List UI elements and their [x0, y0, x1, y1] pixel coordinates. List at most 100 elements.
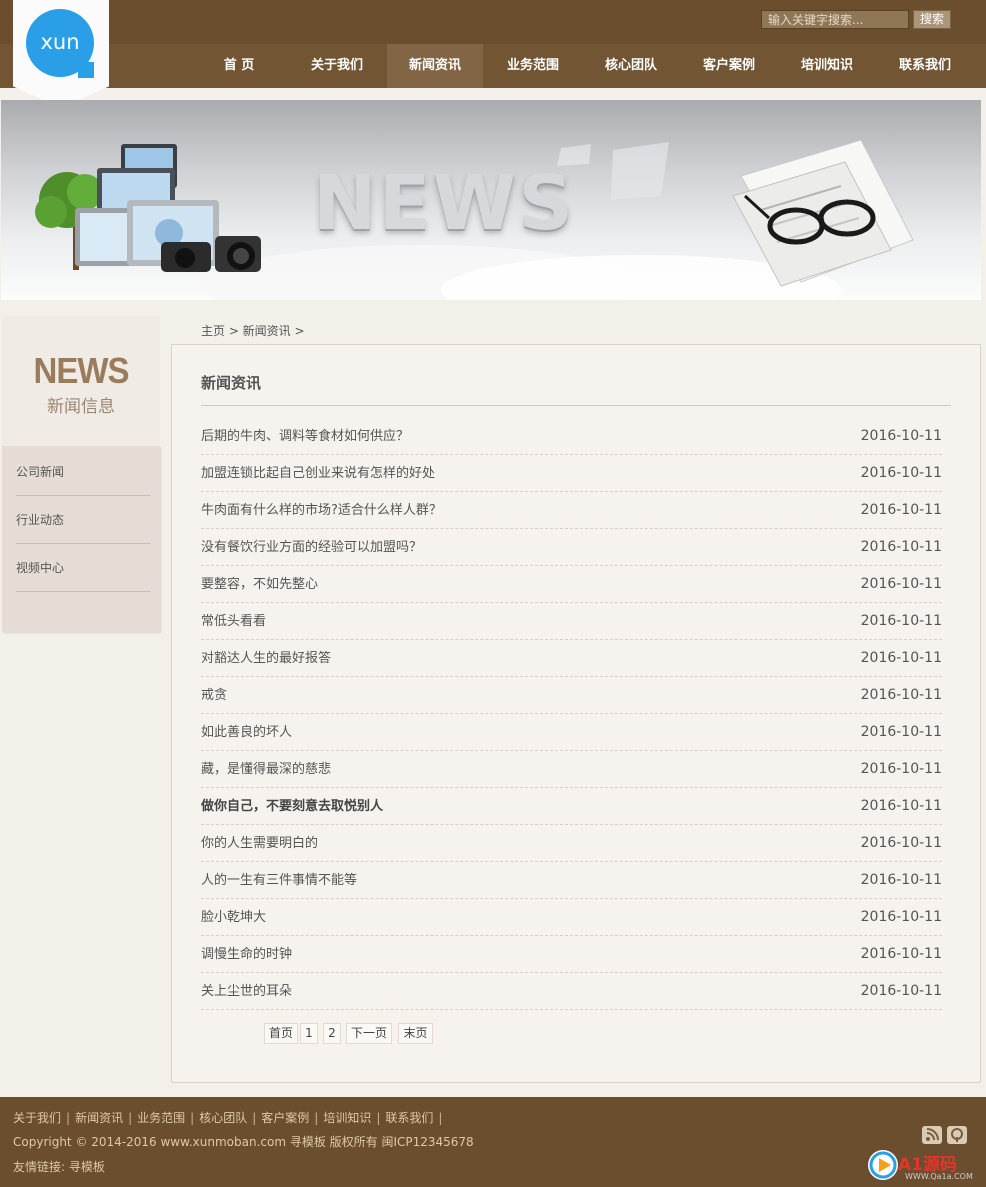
news-date: 2016-10-11: [860, 613, 942, 629]
footer-link-separator: |: [128, 1111, 133, 1125]
news-row[interactable]: 后期的牛肉、调料等食材如何供应？ 2016-10-11: [201, 418, 942, 455]
news-row[interactable]: 调慢生命的时钟 2016-10-11: [201, 936, 942, 973]
news-row[interactable]: 做你自己，不要刻意去取悦别人 2016-10-11: [201, 788, 942, 825]
news-title[interactable]: 要整容，不如先整心: [201, 566, 318, 603]
news-date: 2016-10-11: [860, 724, 942, 740]
footer: 关于我们 | 新闻资讯 | 业务范围 | 核心团队 | 客户案例 | 培训知识 | 联系我们 | Copy…: [0, 1097, 986, 1187]
nav-home[interactable]: 首 页: [191, 44, 287, 88]
news-title[interactable]: 藏，是懂得最深的慈悲: [201, 751, 331, 788]
news-date: 2016-10-11: [860, 872, 942, 888]
watermark-url: WWW.Qa1a.COM: [905, 1172, 973, 1181]
news-title[interactable]: 没有餐饮行业方面的经验可以加盟吗？: [201, 529, 422, 566]
news-row[interactable]: 脸小乾坤大 2016-10-11: [201, 899, 942, 936]
news-row[interactable]: 藏，是懂得最深的慈悲 2016-10-11: [201, 751, 942, 788]
news-title[interactable]: 你的人生需要明白的: [201, 825, 318, 862]
pager-last[interactable]: 末页: [398, 1023, 433, 1044]
podcast-icon[interactable]: [947, 1126, 967, 1144]
nav-business[interactable]: 业务范围: [485, 44, 581, 88]
title-divider: [201, 405, 951, 406]
footer-link-separator: |: [438, 1111, 443, 1125]
page-title: 新闻资讯: [201, 374, 262, 392]
footer-link[interactable]: 核心团队: [199, 1111, 247, 1125]
footer-link[interactable]: 业务范围: [137, 1111, 185, 1125]
nav-strip: [0, 88, 986, 100]
news-row[interactable]: 如此善良的坏人 2016-10-11: [201, 714, 942, 751]
news-title[interactable]: 人的一生有三件事情不能等: [201, 862, 357, 899]
search-button[interactable]: 搜索: [913, 10, 951, 29]
news-row[interactable]: 常低头看看 2016-10-11: [201, 603, 942, 640]
news-row[interactable]: 要整容，不如先整心 2016-10-11: [201, 566, 942, 603]
news-date: 2016-10-11: [860, 687, 942, 703]
news-title[interactable]: 常低头看看: [201, 603, 266, 640]
news-date: 2016-10-11: [860, 502, 942, 518]
news-row[interactable]: 没有餐饮行业方面的经验可以加盟吗？ 2016-10-11: [201, 529, 942, 566]
sidebar-menu: 公司新闻 行业动态 视频中心: [2, 446, 160, 632]
news-date: 2016-10-11: [860, 983, 942, 999]
news-date: 2016-10-11: [860, 798, 942, 814]
news-row[interactable]: 你的人生需要明白的 2016-10-11: [201, 825, 942, 862]
nav-team[interactable]: 核心团队: [583, 44, 679, 88]
logo-mark[interactable]: xun: [26, 9, 94, 77]
sidebar-title-en: NEWS: [33, 350, 130, 391]
news-row[interactable]: 戒贪 2016-10-11: [201, 677, 942, 714]
news-title[interactable]: 脸小乾坤大: [201, 899, 266, 936]
footer-link[interactable]: 新闻资讯: [75, 1111, 123, 1125]
news-banner: NEWS: [1, 100, 981, 300]
news-date: 2016-10-11: [860, 909, 942, 925]
nav-news[interactable]: 新闻资讯: [387, 44, 483, 88]
footer-link[interactable]: 关于我们: [13, 1111, 61, 1125]
footer-copyright: Copyright © 2014-2016 www.xunmoban.com 寻…: [13, 1135, 474, 1149]
pager-page-2[interactable]: 2: [323, 1023, 341, 1044]
news-date: 2016-10-11: [860, 761, 942, 777]
pager-page-1[interactable]: 1: [300, 1023, 318, 1044]
footer-link[interactable]: 客户案例: [261, 1111, 309, 1125]
footer-link-separator: |: [190, 1111, 195, 1125]
news-title[interactable]: 戒贪: [201, 677, 227, 714]
news-date: 2016-10-11: [860, 946, 942, 962]
breadcrumb[interactable]: 主页 > 新闻资讯 >: [201, 322, 305, 339]
footer-link-separator: |: [66, 1111, 71, 1125]
banner-headline: NEWS: [313, 158, 576, 247]
news-title[interactable]: 做你自己，不要刻意去取悦别人: [201, 788, 383, 825]
news-date: 2016-10-11: [860, 539, 942, 555]
pager-next[interactable]: 下一页: [346, 1023, 392, 1044]
news-title[interactable]: 调慢生命的时钟: [201, 936, 292, 973]
news-title[interactable]: 如此善良的坏人: [201, 714, 292, 751]
footer-link[interactable]: 培训知识: [323, 1111, 371, 1125]
sidebar-item-company-news[interactable]: 公司新闻: [16, 448, 150, 496]
news-title[interactable]: 关上尘世的耳朵: [201, 973, 292, 1010]
news-row[interactable]: 加盟连锁比起自己创业来说有怎样的好处 2016-10-11: [201, 455, 942, 492]
pager-first[interactable]: 首页: [264, 1023, 298, 1044]
friend-links-label: 友情链接:: [13, 1160, 66, 1174]
news-row[interactable]: 关上尘世的耳朵 2016-10-11: [201, 973, 942, 1010]
sidebar-item-industry[interactable]: 行业动态: [16, 496, 150, 544]
footer-friend-links: 友情链接: 寻模板: [13, 1158, 105, 1175]
news-row[interactable]: 对豁达人生的最好报答 2016-10-11: [201, 640, 942, 677]
news-row[interactable]: 牛肉面有什么样的市场?适合什么样人群？ 2016-10-11: [201, 492, 942, 529]
sidebar-header: NEWS 新闻信息: [2, 316, 160, 446]
nav-training[interactable]: 培训知识: [779, 44, 875, 88]
footer-link-separator: |: [252, 1111, 257, 1125]
news-title[interactable]: 牛肉面有什么样的市场?适合什么样人群？: [201, 492, 442, 529]
news-date: 2016-10-11: [860, 576, 942, 592]
search-input[interactable]: [761, 10, 909, 29]
main-nav: 首 页 关于我们 新闻资讯 业务范围 核心团队 客户案例 培训知识 联系我们: [0, 44, 986, 88]
rss-icon[interactable]: [922, 1126, 942, 1144]
news-date: 2016-10-11: [860, 428, 942, 444]
friend-link-xunmoban[interactable]: 寻模板: [69, 1160, 105, 1174]
sidebar-item-video[interactable]: 视频中心: [16, 544, 150, 592]
news-title[interactable]: 加盟连锁比起自己创业来说有怎样的好处: [201, 455, 435, 492]
news-title[interactable]: 对豁达人生的最好报答: [201, 640, 331, 677]
news-row[interactable]: 人的一生有三件事情不能等 2016-10-11: [201, 862, 942, 899]
footer-link-separator: |: [314, 1111, 319, 1125]
news-title[interactable]: 后期的牛肉、调料等食材如何供应？: [201, 418, 409, 455]
nav-contact[interactable]: 联系我们: [877, 44, 973, 88]
footer-links: 关于我们 | 新闻资讯 | 业务范围 | 核心团队 | 客户案例 | 培训知识 | 联系我们 |: [13, 1109, 447, 1126]
news-date: 2016-10-11: [860, 650, 942, 666]
nav-about[interactable]: 关于我们: [289, 44, 385, 88]
news-date: 2016-10-11: [860, 835, 942, 851]
footer-link[interactable]: 联系我们: [385, 1111, 433, 1125]
sidebar-title-cn: 新闻信息: [47, 397, 115, 417]
nav-cases[interactable]: 客户案例: [681, 44, 777, 88]
news-date: 2016-10-11: [860, 465, 942, 481]
